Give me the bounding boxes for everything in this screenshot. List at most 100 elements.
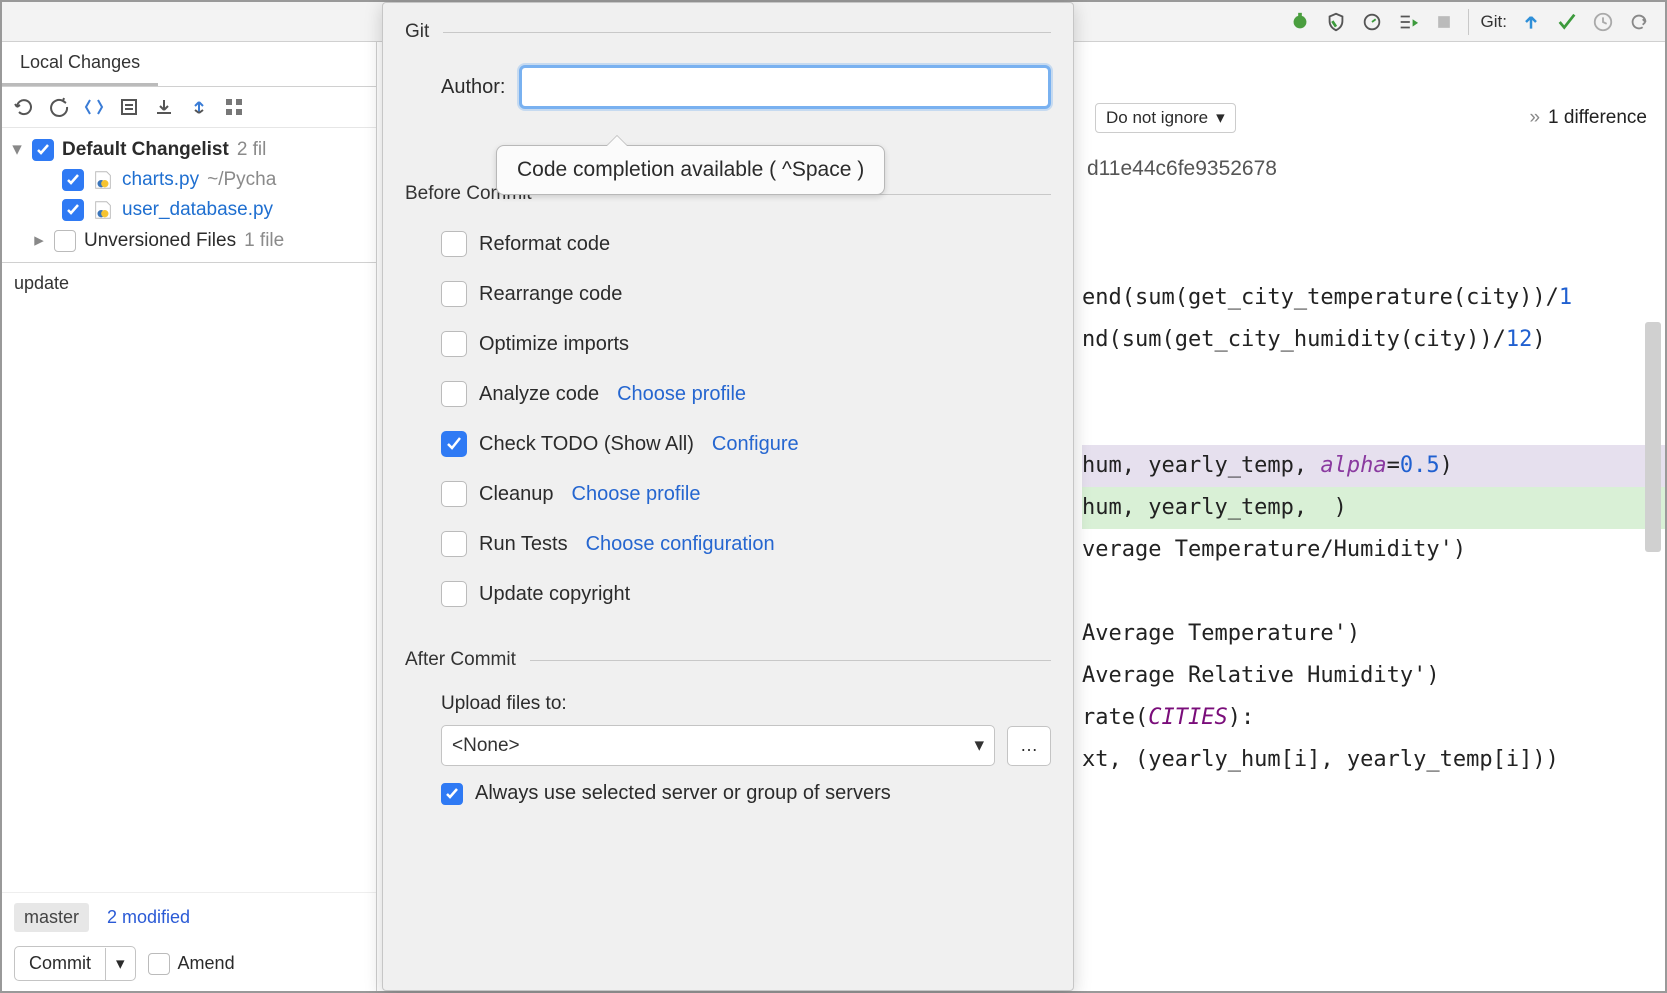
before-commit-item[interactable]: Analyze code Choose profile <box>441 369 1051 419</box>
refresh-icon[interactable] <box>12 95 36 119</box>
shelve-icon[interactable] <box>152 95 176 119</box>
author-row: Author: Code completion available ( ^Spa… <box>441 65 1051 109</box>
commit-message-text: update <box>14 273 69 293</box>
modified-count[interactable]: 2 modified <box>107 907 190 928</box>
file-checkbox[interactable] <box>62 199 84 221</box>
diff-icon[interactable] <box>82 95 106 119</box>
checkbox[interactable] <box>441 431 467 457</box>
commit-panel: Local Changes ▾ Default Changelist 2 fil… <box>2 42 377 991</box>
after-commit-block: Upload files to: <None> ▾ … Always use s… <box>441 681 1051 805</box>
code-line <box>1082 571 1665 613</box>
before-commit-label: Optimize imports <box>479 333 629 356</box>
before-commit-link[interactable]: Choose profile <box>572 483 701 506</box>
checkbox[interactable] <box>441 381 467 407</box>
unversioned-count: 1 file <box>244 230 284 252</box>
section-git: Git <box>405 21 1051 43</box>
before-commit-item[interactable]: Reformat code <box>441 219 1051 269</box>
scrollbar-thumb[interactable] <box>1645 322 1661 552</box>
checkbox[interactable] <box>441 281 467 307</box>
code-line: hum, yearly_temp, alpha=0.5) <box>1082 445 1665 487</box>
revision-hash: d11e44c6fe9352678 <box>1087 157 1277 181</box>
upload-browse-button[interactable]: … <box>1007 726 1051 766</box>
checkbox[interactable] <box>441 231 467 257</box>
before-commit-link[interactable]: Choose profile <box>617 383 746 406</box>
file-row[interactable]: user_database.py <box>2 195 376 225</box>
profiler-icon[interactable] <box>1360 10 1384 34</box>
ignore-whitespace-select[interactable]: Do not ignore ▾ <box>1095 103 1236 133</box>
changelist-count: 2 fil <box>237 139 267 161</box>
code-line: hum, yearly_temp, ) <box>1082 487 1665 529</box>
coverage-icon[interactable] <box>1324 10 1348 34</box>
stop-icon <box>1432 10 1456 34</box>
unshelve-icon[interactable] <box>187 95 211 119</box>
tab-bar: Local Changes <box>2 42 376 87</box>
file-name: user_database.py <box>122 199 273 221</box>
before-commit-label: Check TODO (Show All) <box>479 433 694 456</box>
changelist-icon[interactable] <box>117 95 141 119</box>
vcs-commit-icon[interactable] <box>1555 10 1579 34</box>
code-line: Average Relative Humidity') <box>1082 655 1665 697</box>
branch-badge[interactable]: master <box>14 903 89 932</box>
always-use-server-row[interactable]: Always use selected server or group of s… <box>441 782 1051 805</box>
separator <box>1468 9 1469 35</box>
file-checkbox[interactable] <box>62 169 84 191</box>
before-commit-item[interactable]: Optimize imports <box>441 319 1051 369</box>
chevron-down-icon: ▾ <box>1216 108 1225 128</box>
checkbox[interactable] <box>441 531 467 557</box>
commit-dropdown[interactable]: ▾ <box>105 948 135 980</box>
bug-icon[interactable] <box>1288 10 1312 34</box>
code-line: nd(sum(get_city_humidity(city))/12) <box>1082 319 1665 361</box>
vcs-revert-icon[interactable] <box>1627 10 1651 34</box>
before-commit-item[interactable]: Rearrange code <box>441 269 1051 319</box>
changelist-checkbox[interactable] <box>32 139 54 161</box>
file-path: ~/Pycha <box>207 169 276 191</box>
code-line: xt, (yearly_hum[i], yearly_temp[i])) <box>1082 739 1665 781</box>
rollback-icon[interactable] <box>47 95 71 119</box>
amend-checkbox-row[interactable]: Amend <box>148 953 235 975</box>
unversioned-label: Unversioned Files <box>84 230 236 252</box>
file-row[interactable]: charts.py ~/Pycha <box>2 165 376 195</box>
before-commit-label: Analyze code <box>479 383 599 406</box>
commit-button[interactable]: Commit ▾ <box>14 946 136 981</box>
code-line <box>1082 403 1665 445</box>
chevron-right-icon[interactable]: ▸ <box>32 229 46 252</box>
commit-options-popover: Git Author: Code completion available ( … <box>382 2 1074 991</box>
before-commit-link[interactable]: Choose configuration <box>586 533 775 556</box>
code-line: rate(CITIES): <box>1082 697 1665 739</box>
run-list-icon[interactable] <box>1396 10 1420 34</box>
vcs-update-icon[interactable] <box>1519 10 1543 34</box>
group-by-icon[interactable] <box>222 95 246 119</box>
code-line: verage Temperature/Humidity') <box>1082 529 1665 571</box>
chevron-down-icon[interactable]: ▾ <box>10 138 24 161</box>
upload-label: Upload files to: <box>441 693 1051 715</box>
always-checkbox[interactable] <box>441 783 463 805</box>
before-commit-item[interactable]: Cleanup Choose profile <box>441 469 1051 519</box>
before-commit-label: Cleanup <box>479 483 554 506</box>
chevron-right-icon: » <box>1529 107 1540 129</box>
before-commit-link[interactable]: Configure <box>712 433 799 456</box>
vcs-history-icon[interactable] <box>1591 10 1615 34</box>
commit-message-input[interactable]: update <box>2 262 376 482</box>
file-name: charts.py <box>122 169 199 191</box>
before-commit-label: Run Tests <box>479 533 568 556</box>
before-commit-item[interactable]: Check TODO (Show All) Configure <box>441 419 1051 469</box>
before-commit-item[interactable]: Update copyright <box>441 569 1051 619</box>
commit-button-label: Commit <box>15 947 105 980</box>
python-file-icon <box>92 199 114 221</box>
unversioned-row[interactable]: ▸ Unversioned Files 1 file <box>2 225 376 256</box>
before-commit-label: Rearrange code <box>479 283 622 306</box>
tab-local-changes[interactable]: Local Changes <box>2 42 158 86</box>
amend-checkbox[interactable] <box>148 953 170 975</box>
checkbox[interactable] <box>441 481 467 507</box>
before-commit-item[interactable]: Run Tests Choose configuration <box>441 519 1051 569</box>
completion-tooltip: Code completion available ( ^Space ) <box>496 145 885 195</box>
author-input[interactable] <box>519 65 1051 109</box>
unversioned-checkbox[interactable] <box>54 230 76 252</box>
chevron-down-icon: ▾ <box>974 734 984 757</box>
upload-target-select[interactable]: <None> ▾ <box>441 725 995 766</box>
default-changelist-row[interactable]: ▾ Default Changelist 2 fil <box>2 134 376 165</box>
before-commit-list: Reformat code Rearrange code Optimize impo… <box>441 219 1051 619</box>
checkbox[interactable] <box>441 331 467 357</box>
checkbox[interactable] <box>441 581 467 607</box>
git-label: Git: <box>1481 12 1507 32</box>
